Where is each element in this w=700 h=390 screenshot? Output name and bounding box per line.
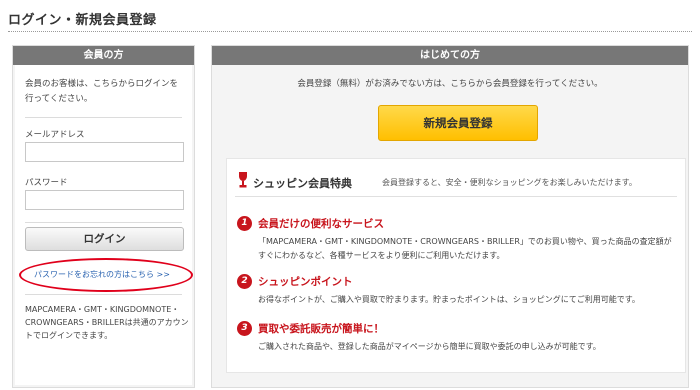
benefit-number-2-icon: 2 <box>237 274 252 289</box>
page-title: ログイン・新規会員登録 <box>8 13 157 28</box>
member-panel-body: 会員のお客様は、こちらからログインを行ってください。 メールアドレス パスワード… <box>15 65 193 385</box>
password-label: パスワード <box>25 178 68 188</box>
member-divider-top <box>25 117 182 118</box>
benefit-number-1-icon: 1 <box>237 216 252 231</box>
benefit-desc-2: お得なポイントが、ご購入や買取で貯まります。貯まったポイントは、ショッピングにて… <box>258 295 640 304</box>
benefit-heading-2: シュッピンポイント <box>258 276 353 288</box>
benefit-desc-1: 「MAPCAMERA・GMT・KINGDOMNOTE・CROWNGEARS・BR… <box>258 237 672 260</box>
benefits-subtitle: 会員登録すると、安全・便利なショッピングをお楽しみいただけます。 <box>382 178 637 187</box>
new-member-panel: はじめての方 会員登録（無料）がお済みでない方は、こちらから会員登録を行ってくだ… <box>211 45 689 388</box>
title-divider <box>8 31 692 32</box>
benefit-number-3-icon: 3 <box>237 321 252 336</box>
new-member-panel-header: はじめての方 <box>212 46 688 65</box>
email-field[interactable] <box>25 142 184 162</box>
member-benefits-panel: シュッピン会員特典 会員登録すると、安全・便利なショッピングをお楽しみいただけま… <box>226 158 686 373</box>
member-divider-mid <box>25 222 182 223</box>
registration-note: 会員登録（無料）がお済みでない方は、こちらから会員登録を行ってください。 <box>297 79 603 89</box>
password-field[interactable] <box>25 190 184 210</box>
benefit-desc-3: ご購入された商品や、登録した商品がマイページから簡単に買取や委託の申し込みが可能… <box>258 342 601 351</box>
forgot-password-link[interactable]: パスワードをお忘れの方はこちら >> <box>34 269 170 280</box>
shared-account-note: MAPCAMERA・GMT・KINGDOMNOTE・CROWNGEARS・BRI… <box>25 305 189 340</box>
register-button[interactable]: 新規会員登録 <box>378 105 538 141</box>
benefits-title: シュッピン会員特典 <box>253 177 352 190</box>
login-button[interactable]: ログイン <box>25 227 184 251</box>
benefit-heading-1: 会員だけの便利なサービス <box>258 218 384 230</box>
member-intro-text: 会員のお客様は、こちらからログインを行ってください。 <box>25 79 179 104</box>
member-divider-bottom <box>25 294 182 295</box>
trophy-icon <box>239 172 247 188</box>
benefits-divider <box>235 196 677 197</box>
member-panel-header: 会員の方 <box>13 46 194 65</box>
email-label: メールアドレス <box>25 130 85 140</box>
benefit-heading-3: 買取や委託販売が簡単に！ <box>258 323 384 335</box>
member-login-panel: 会員の方 会員のお客様は、こちらからログインを行ってください。 メールアドレス … <box>12 45 195 388</box>
